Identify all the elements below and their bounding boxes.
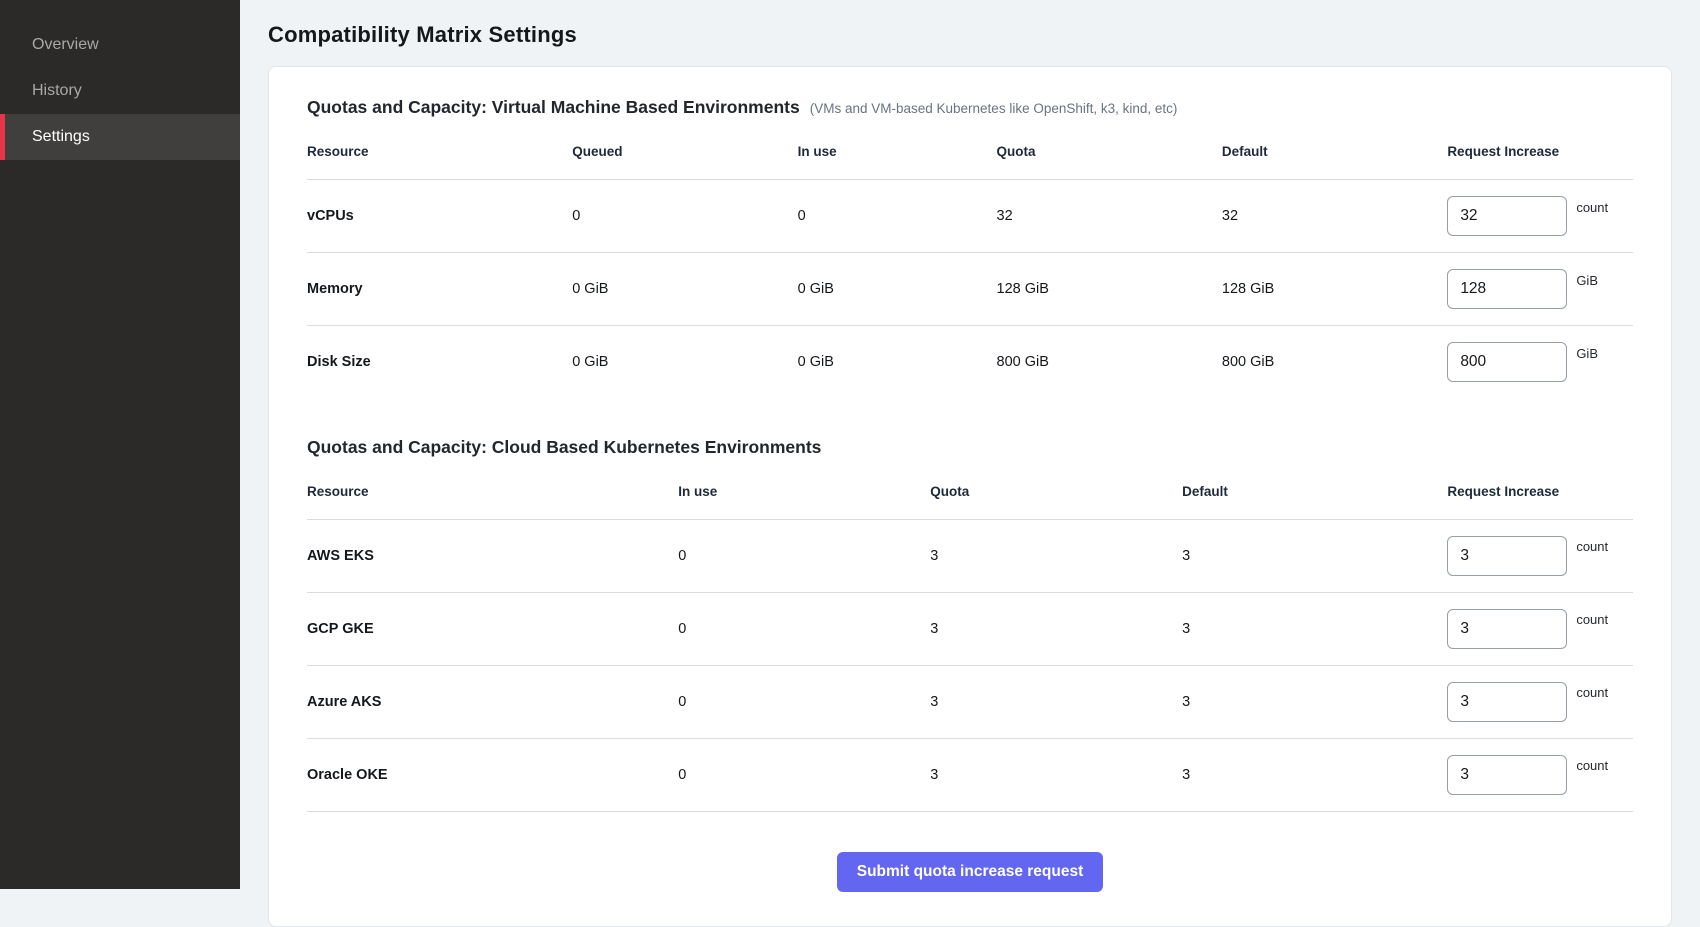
- in-use-value: 0 GiB: [798, 253, 997, 326]
- cloud-quota-table: Resource In use Quota Default Request In…: [307, 470, 1633, 812]
- request-increase-input-disk-size[interactable]: [1447, 342, 1567, 382]
- resource-label: AWS EKS: [307, 519, 678, 592]
- main-content: Compatibility Matrix Settings Quotas and…: [240, 0, 1700, 889]
- default-value: 3: [1182, 738, 1447, 811]
- queued-value: 0: [572, 180, 797, 253]
- request-increase-input-azure-aks[interactable]: [1447, 682, 1567, 722]
- sidebar-item-label: Settings: [32, 128, 90, 146]
- default-value: 3: [1182, 665, 1447, 738]
- table-row-vcpus: vCPUs 0 0 32 32 count: [307, 180, 1633, 253]
- table-row-oracle-oke: Oracle OKE 0 3 3 count: [307, 738, 1633, 811]
- resource-label: Oracle OKE: [307, 738, 678, 811]
- column-header-in-use: In use: [678, 470, 930, 520]
- request-increase-input-aws-eks[interactable]: [1447, 536, 1567, 576]
- queued-value: 0 GiB: [572, 253, 797, 326]
- sidebar-item-label: History: [32, 82, 82, 100]
- request-increase-input-oracle-oke[interactable]: [1447, 755, 1567, 795]
- app-window: Overview History Settings Compatibility …: [0, 0, 1700, 889]
- request-increase-cell: GiB: [1447, 269, 1633, 309]
- default-value: 800 GiB: [1222, 326, 1447, 399]
- sidebar-item-history[interactable]: History: [0, 68, 240, 114]
- request-increase-input-vcpus[interactable]: [1447, 196, 1567, 236]
- sidebar-item-settings[interactable]: Settings: [0, 114, 240, 160]
- request-increase-cell: GiB: [1447, 342, 1633, 382]
- vm-quota-table: Resource Queued In use Quota Default Req…: [307, 130, 1633, 399]
- column-header-default: Default: [1222, 130, 1447, 180]
- in-use-value: 0: [678, 665, 930, 738]
- resource-label: Azure AKS: [307, 665, 678, 738]
- default-value: 128 GiB: [1222, 253, 1447, 326]
- column-header-in-use: In use: [798, 130, 997, 180]
- resource-label: vCPUs: [307, 180, 572, 253]
- column-header-request-increase: Request Increase: [1447, 470, 1633, 520]
- resource-label: Disk Size: [307, 326, 572, 399]
- table-row-gcp-gke: GCP GKE 0 3 3 count: [307, 592, 1633, 665]
- request-increase-cell: count: [1447, 682, 1633, 722]
- in-use-value: 0: [678, 519, 930, 592]
- quota-value: 128 GiB: [997, 253, 1222, 326]
- in-use-value: 0: [678, 592, 930, 665]
- table-row-aws-eks: AWS EKS 0 3 3 count: [307, 519, 1633, 592]
- queued-value: 0 GiB: [572, 326, 797, 399]
- unit-label: count: [1576, 539, 1608, 554]
- request-increase-cell: count: [1447, 196, 1633, 236]
- request-increase-input-gcp-gke[interactable]: [1447, 609, 1567, 649]
- unit-label: count: [1576, 758, 1608, 773]
- unit-label: count: [1576, 685, 1608, 700]
- column-header-queued: Queued: [572, 130, 797, 180]
- submit-row: Submit quota increase request: [307, 812, 1633, 892]
- sidebar-item-label: Overview: [32, 36, 99, 54]
- quota-value: 3: [930, 519, 1182, 592]
- table-header-row: Resource In use Quota Default Request In…: [307, 470, 1633, 520]
- cloud-section-header: Quotas and Capacity: Cloud Based Kuberne…: [307, 437, 1633, 458]
- quota-value: 3: [930, 665, 1182, 738]
- default-value: 3: [1182, 519, 1447, 592]
- request-increase-input-memory[interactable]: [1447, 269, 1567, 309]
- column-header-quota: Quota: [997, 130, 1222, 180]
- column-header-resource: Resource: [307, 130, 572, 180]
- vm-section-subtitle: (VMs and VM-based Kubernetes like OpenSh…: [810, 101, 1178, 116]
- quota-value: 3: [930, 592, 1182, 665]
- table-row-disk-size: Disk Size 0 GiB 0 GiB 800 GiB 800 GiB Gi…: [307, 326, 1633, 399]
- column-header-resource: Resource: [307, 470, 678, 520]
- vm-section-title: Quotas and Capacity: Virtual Machine Bas…: [307, 97, 800, 118]
- unit-label: count: [1576, 200, 1608, 215]
- table-row-azure-aks: Azure AKS 0 3 3 count: [307, 665, 1633, 738]
- column-header-quota: Quota: [930, 470, 1182, 520]
- default-value: 3: [1182, 592, 1447, 665]
- column-header-default: Default: [1182, 470, 1447, 520]
- page-title: Compatibility Matrix Settings: [268, 22, 1672, 48]
- sidebar-item-overview[interactable]: Overview: [0, 22, 240, 68]
- quota-value: 800 GiB: [997, 326, 1222, 399]
- table-row-memory: Memory 0 GiB 0 GiB 128 GiB 128 GiB GiB: [307, 253, 1633, 326]
- default-value: 32: [1222, 180, 1447, 253]
- in-use-value: 0 GiB: [798, 326, 997, 399]
- quota-value: 32: [997, 180, 1222, 253]
- request-increase-cell: count: [1447, 536, 1633, 576]
- vm-section-header: Quotas and Capacity: Virtual Machine Bas…: [307, 97, 1633, 118]
- resource-label: GCP GKE: [307, 592, 678, 665]
- in-use-value: 0: [678, 738, 930, 811]
- unit-label: count: [1576, 612, 1608, 627]
- unit-label: GiB: [1576, 346, 1598, 361]
- in-use-value: 0: [798, 180, 997, 253]
- settings-card: Quotas and Capacity: Virtual Machine Bas…: [268, 66, 1672, 927]
- unit-label: GiB: [1576, 273, 1598, 288]
- table-header-row: Resource Queued In use Quota Default Req…: [307, 130, 1633, 180]
- column-header-request-increase: Request Increase: [1447, 130, 1633, 180]
- request-increase-cell: count: [1447, 755, 1633, 795]
- sidebar: Overview History Settings: [0, 0, 240, 889]
- submit-quota-increase-button[interactable]: Submit quota increase request: [837, 852, 1104, 892]
- resource-label: Memory: [307, 253, 572, 326]
- request-increase-cell: count: [1447, 609, 1633, 649]
- cloud-section-title: Quotas and Capacity: Cloud Based Kuberne…: [307, 437, 821, 458]
- quota-value: 3: [930, 738, 1182, 811]
